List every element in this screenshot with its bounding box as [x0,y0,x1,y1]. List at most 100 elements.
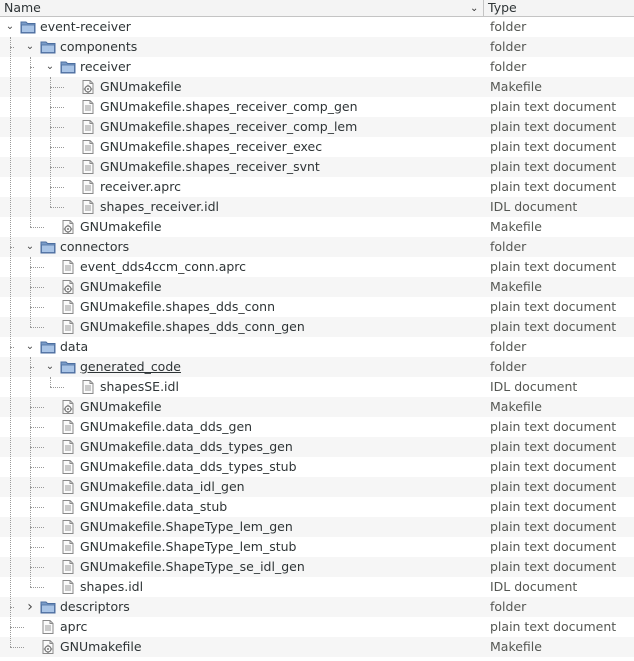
tree-row-gnumakefile-shapetype-se-idl-gen[interactable]: GNUmakefile.ShapeType_se_idl_gen plain te… [0,557,634,577]
tree-guide-elbow [30,307,44,308]
tree-row-gnumakefile-data-stub[interactable]: GNUmakefile.data_stub plain text document [0,497,634,517]
text-document-icon [80,159,96,175]
item-name: GNUmakefile.data_stub [80,499,228,514]
tree-guide-elbow [30,507,44,508]
tree-row-gnumakefile-shapes-receiver-svnt[interactable]: GNUmakefile.shapes_receiver_svnt plain te… [0,157,634,177]
name-column-header[interactable]: Name ⌄ [0,0,484,17]
text-document-icon [60,419,76,435]
text-document-icon [80,139,96,155]
item-type: folder [490,359,527,374]
item-name: data [60,339,89,354]
tree-row-aprc[interactable]: aprc plain text document [0,617,634,637]
makefile-icon [60,399,76,415]
tree-row-receiver[interactable]: ⌄ receiver folder [0,57,634,77]
tree-row-shapes-receiver-idl[interactable]: shapes_receiver.idl IDL document [0,197,634,217]
name-cell: GNUmakefile.data_stub [44,497,227,517]
item-type: folder [490,339,527,354]
folder-icon [60,359,76,375]
item-type: plain text document [490,299,617,314]
tree-row-gnumakefile-shapes-dds-conn-gen[interactable]: GNUmakefile.shapes_dds_conn_gen plain tex… [0,317,634,337]
folder-icon [40,339,56,355]
tree-guide-elbow [30,367,34,368]
folder-icon [40,239,56,255]
type-column-header[interactable]: Type [485,0,634,17]
text-document-icon [60,259,76,275]
item-name: descriptors [60,599,130,614]
item-name: GNUmakefile.shapes_receiver_exec [100,139,323,154]
tree-row-components[interactable]: ⌄ components folder [0,37,634,57]
item-name: GNUmakefile [80,219,162,234]
tree-row-event-dds4ccm-conn-aprc[interactable]: event_dds4ccm_conn.aprc plain text docume… [0,257,634,277]
tree-row-shapesse-idl[interactable]: shapesSE.idl IDL document [0,377,634,397]
tree-row-gnumakefile-data-dds-types-stub[interactable]: GNUmakefile.data_dds_types_stub plain tex… [0,457,634,477]
tree-row-descriptors[interactable]: › descriptors folder [0,597,634,617]
tree-guide-elbow [30,267,44,268]
tree-row-gnumakefile-shapes-receiver-comp-gen[interactable]: GNUmakefile.shapes_receiver_comp_gen plai… [0,97,634,117]
tree-row-gnumakefile[interactable]: GNUmakefile Makefile [0,397,634,417]
name-cell: GNUmakefile.shapes_receiver_comp_gen [64,97,358,117]
item-type: plain text document [490,519,617,534]
item-type: Makefile [490,639,542,654]
expander-open-icon[interactable]: ⌄ [24,237,36,257]
tree-row-gnumakefile-data-dds-types-gen[interactable]: GNUmakefile.data_dds_types_gen plain text… [0,437,634,457]
tree-row-gnumakefile[interactable]: GNUmakefile Makefile [0,637,634,657]
name-cell: ⌄ generated_code [44,357,181,377]
tree-row-gnumakefile-shapes-receiver-comp-lem[interactable]: GNUmakefile.shapes_receiver_comp_lem plai… [0,117,634,137]
expander-open-icon[interactable]: ⌄ [24,337,36,357]
tree-row-shapes-idl[interactable]: shapes.idl IDL document [0,577,634,597]
item-type: plain text document [490,139,617,154]
item-type: plain text document [490,459,617,474]
text-document-icon [60,519,76,535]
item-type: plain text document [490,119,617,134]
tree-guide-elbow [50,107,64,108]
tree-row-generated-code[interactable]: ⌄ generated_code folder [0,357,634,377]
expander-open-icon[interactable]: ⌄ [44,357,56,377]
item-name: GNUmakefile.data_dds_types_stub [80,459,297,474]
text-document-icon [60,579,76,595]
column-header: Name ⌄ Type [0,0,634,17]
tree-row-data[interactable]: ⌄ data folder [0,337,634,357]
tree-row-gnumakefile-data-idl-gen[interactable]: GNUmakefile.data_idl_gen plain text docum… [0,477,634,497]
name-cell: GNUmakefile.ShapeType_lem_gen [44,517,293,537]
tree-row-gnumakefile[interactable]: GNUmakefile Makefile [0,77,634,97]
expander-open-icon[interactable]: ⌄ [4,17,16,37]
item-type: plain text document [490,419,617,434]
tree-row-gnumakefile-shapetype-lem-stub[interactable]: GNUmakefile.ShapeType_lem_stub plain text… [0,537,634,557]
expander-open-icon[interactable]: ⌄ [44,57,56,77]
expander-closed-icon[interactable]: › [24,597,36,617]
name-cell: GNUmakefile [24,637,142,657]
item-name: shapes_receiver.idl [100,199,220,214]
name-cell: GNUmakefile.shapes_receiver_svnt [64,157,320,177]
item-name: GNUmakefile.shapes_dds_conn_gen [80,319,305,334]
tree-row-gnumakefile-shapetype-lem-gen[interactable]: GNUmakefile.ShapeType_lem_gen plain text … [0,517,634,537]
sort-chevron-down-icon[interactable]: ⌄ [470,1,478,17]
name-cell: ⌄ data [24,337,88,357]
tree-guide-elbow [10,627,24,628]
item-type: plain text document [490,499,617,514]
tree-row-gnumakefile[interactable]: GNUmakefile Makefile [0,217,634,237]
tree-guide-elbow [50,207,64,208]
item-type: folder [490,59,527,74]
tree-guide-line [10,37,11,647]
item-name: receiver [80,59,131,74]
name-cell: GNUmakefile.data_dds_gen [44,417,252,437]
text-document-icon [60,439,76,455]
item-name: shapesSE.idl [100,379,179,394]
expander-open-icon[interactable]: ⌄ [24,37,36,57]
tree-row-receiver-aprc[interactable]: receiver.aprc plain text document [0,177,634,197]
item-type: plain text document [490,559,617,574]
item-name: GNUmakefile.data_dds_gen [80,419,253,434]
tree-row-gnumakefile-data-dds-gen[interactable]: GNUmakefile.data_dds_gen plain text docum… [0,417,634,437]
text-document-icon [60,299,76,315]
tree-row-gnumakefile-shapes-receiver-exec[interactable]: GNUmakefile.shapes_receiver_exec plain te… [0,137,634,157]
item-name: GNUmakefile [80,279,162,294]
tree-row-connectors[interactable]: ⌄ connectors folder [0,237,634,257]
tree-row-gnumakefile[interactable]: GNUmakefile Makefile [0,277,634,297]
item-name: shapes.idl [80,579,144,594]
tree-row-event-receiver[interactable]: ⌄ event-receiver folder [0,17,634,37]
item-type: plain text document [490,99,617,114]
name-cell: ⌄ receiver [44,57,131,77]
tree-guide-elbow [30,587,44,588]
item-name: event_dds4ccm_conn.aprc [80,259,247,274]
tree-row-gnumakefile-shapes-dds-conn[interactable]: GNUmakefile.shapes_dds_conn plain text do… [0,297,634,317]
